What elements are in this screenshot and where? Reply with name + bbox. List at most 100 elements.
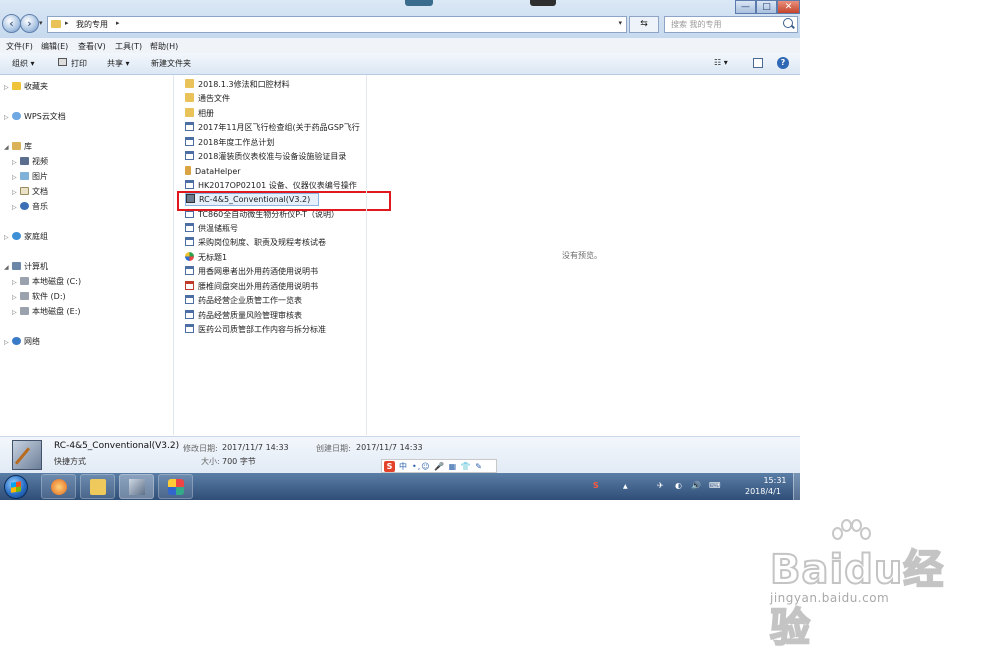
expand-arrow-icon[interactable]: ▷ [4, 84, 12, 91]
file-list: 2018.1.3修法和口腔材料 通告文件 相册 2017年11月区飞行检查组(关… [180, 75, 366, 435]
taskbar-app-browser[interactable] [41, 474, 76, 499]
search-icon[interactable] [783, 18, 793, 28]
collapse-arrow-icon[interactable]: ◢ [4, 144, 12, 151]
list-item[interactable]: 药品经营企业质管工作一览表 [185, 295, 367, 308]
organize-button[interactable]: 组织 ▾ [12, 58, 35, 69]
nav-drive-d[interactable]: ▷ 软件 (D:) [12, 291, 66, 303]
start-button[interactable] [4, 475, 28, 499]
ime-tool-icons[interactable]: •,☺ 🎤 ▦ 👕 ✎ [412, 462, 483, 471]
nav-documents[interactable]: ▷ 文档 [12, 186, 48, 198]
list-item[interactable]: 2018年度工作总计划 [185, 137, 367, 150]
new-folder-button[interactable]: 新建文件夹 [151, 58, 191, 69]
list-item[interactable]: 2018灌装质仪表校准与设备设施验证目录 [185, 151, 367, 164]
security-icon[interactable]: ◐ [675, 481, 682, 490]
volume-icon[interactable]: 🔊 [691, 481, 701, 490]
menu-tools[interactable]: 工具(T) [115, 41, 142, 52]
keyboard-icon[interactable]: ⌨ [709, 481, 721, 490]
search-input[interactable]: 搜索 我的专用 [664, 16, 798, 33]
nav-label: 软件 (D:) [32, 292, 66, 301]
sogou-tray-icon[interactable]: S [593, 481, 599, 490]
address-field[interactable]: ▸ 我的专用 ▸ ▾ [47, 16, 627, 33]
list-item[interactable]: 腰椎间盘突出外用药酒使用说明书 [185, 281, 367, 294]
nav-music[interactable]: ▷ 音乐 [12, 201, 48, 213]
expand-arrow-icon[interactable]: ▷ [4, 339, 12, 346]
list-item[interactable]: 采购岗位制度、职责及规程考核试卷 [185, 237, 367, 250]
taskbar-app-paint[interactable] [158, 474, 193, 499]
menu-file[interactable]: 文件(F) [6, 41, 33, 52]
expand-arrow-icon[interactable]: ▷ [4, 114, 12, 121]
show-desktop-button[interactable] [793, 473, 800, 500]
show-hidden-icons-icon[interactable]: ▲ [623, 483, 628, 490]
annotation-highlight-box [177, 191, 391, 211]
preview-pane-toggle[interactable] [753, 58, 763, 68]
nav-videos[interactable]: ▷ 视频 [12, 156, 48, 168]
nav-label: 网络 [24, 337, 40, 346]
breadcrumb-current[interactable]: 我的专用 [76, 19, 108, 30]
ime-language-toggle[interactable]: 中 [399, 461, 407, 472]
breadcrumb-arrow-icon[interactable]: ▸ [116, 19, 120, 27]
taskbar-app-rc-tool[interactable] [119, 474, 154, 499]
ime-toolbar[interactable]: S 中 •,☺ 🎤 ▦ 👕 ✎ [381, 459, 497, 473]
breadcrumb-arrow-icon[interactable]: ▸ [65, 19, 69, 27]
file-name: 通告文件 [198, 94, 230, 103]
address-dropdown-icon[interactable]: ▾ [618, 19, 622, 27]
expand-arrow-icon[interactable]: ▷ [12, 279, 20, 286]
pane-divider[interactable] [366, 75, 367, 435]
list-item[interactable]: 通告文件 [185, 93, 367, 106]
top-widget-left [405, 0, 433, 6]
list-item[interactable]: 用香网患者出外用药酒使用说明书 [185, 266, 367, 279]
menu-view[interactable]: 查看(V) [78, 41, 106, 52]
nav-drive-c[interactable]: ▷ 本地磁盘 (C:) [12, 276, 81, 288]
expand-arrow-icon[interactable]: ▷ [12, 309, 20, 316]
close-button[interactable]: ✕ [777, 0, 800, 14]
refresh-button[interactable]: ⇆ [629, 16, 659, 33]
menu-help[interactable]: 帮助(H) [150, 41, 178, 52]
list-item[interactable]: 无标题1 [185, 252, 367, 265]
list-item[interactable]: 2017年11月区飞行检查组(关于药品GSP飞行 [185, 122, 367, 135]
file-name: HK2017OP02101 设备、仪器仪表编号操作 [198, 181, 357, 190]
menu-edit[interactable]: 编辑(E) [41, 41, 68, 52]
nav-wps-cloud[interactable]: ▷ WPS云文档 [4, 111, 66, 123]
nav-computer[interactable]: ◢ 计算机 [4, 261, 48, 273]
nav-pictures[interactable]: ▷ 图片 [12, 171, 48, 183]
help-button[interactable]: ? [777, 57, 789, 69]
back-button[interactable]: ‹ [2, 14, 21, 33]
clock-time[interactable]: 15:31 [760, 476, 790, 485]
expand-arrow-icon[interactable]: ▷ [12, 294, 20, 301]
taskbar-app-explorer[interactable] [80, 474, 115, 499]
modified-label: 修改日期: [183, 444, 218, 453]
print-button[interactable]: 打印 [71, 58, 87, 69]
baidu-watermark: Baidu经验 jingyan.baidu.com [769, 519, 980, 652]
document-icon [185, 122, 194, 131]
nav-homegroup[interactable]: ▷ 家庭组 [4, 231, 48, 243]
list-item[interactable]: 药品经营质量风险管理审核表 [185, 310, 367, 323]
nav-drive-e[interactable]: ▷ 本地磁盘 (E:) [12, 306, 81, 318]
change-view-button[interactable]: ☷ ▾ [714, 58, 728, 67]
expand-arrow-icon[interactable]: ▷ [12, 159, 20, 166]
paint-icon [168, 479, 184, 495]
expand-arrow-icon[interactable]: ▷ [4, 234, 12, 241]
expand-arrow-icon[interactable]: ▷ [12, 174, 20, 181]
sogou-logo-icon[interactable]: S [384, 461, 395, 472]
nav-label: 家庭组 [24, 232, 48, 241]
collapse-arrow-icon[interactable]: ◢ [4, 264, 12, 271]
list-item[interactable]: 供温储瓶号 [185, 223, 367, 236]
clock-date[interactable]: 2018/4/1 [745, 487, 781, 496]
forward-button[interactable]: › [20, 14, 39, 33]
nav-network[interactable]: ▷ 网络 [4, 336, 40, 348]
recent-pages-dropdown[interactable]: ▾ [39, 19, 43, 27]
tray-app-icon[interactable]: ✈ [657, 481, 664, 490]
share-button[interactable]: 共享 ▾ [107, 58, 130, 69]
list-item[interactable]: 相册 [185, 108, 367, 121]
expand-arrow-icon[interactable]: ▷ [12, 204, 20, 211]
nav-libraries[interactable]: ◢ 库 [4, 141, 32, 153]
minimize-button[interactable]: — [735, 0, 756, 14]
list-item[interactable]: 2018.1.3修法和口腔材料 [185, 79, 367, 92]
nav-favorites[interactable]: ▷ 收藏夹 [4, 81, 48, 93]
navigation-pane: ▷ 收藏夹 ▷ WPS云文档 ◢ 库 ▷ 视频 ▷ 图片 ▷ 文档 ▷ 音乐 ▷ 家庭组 ◢ 计算… [0, 75, 174, 435]
list-item[interactable]: 医药公司质管部工作内容与拆分标准 [185, 324, 367, 337]
list-item[interactable]: DataHelper [185, 166, 367, 179]
image-icon [185, 252, 194, 261]
maximize-button[interactable]: □ [756, 0, 777, 14]
expand-arrow-icon[interactable]: ▷ [12, 189, 20, 196]
